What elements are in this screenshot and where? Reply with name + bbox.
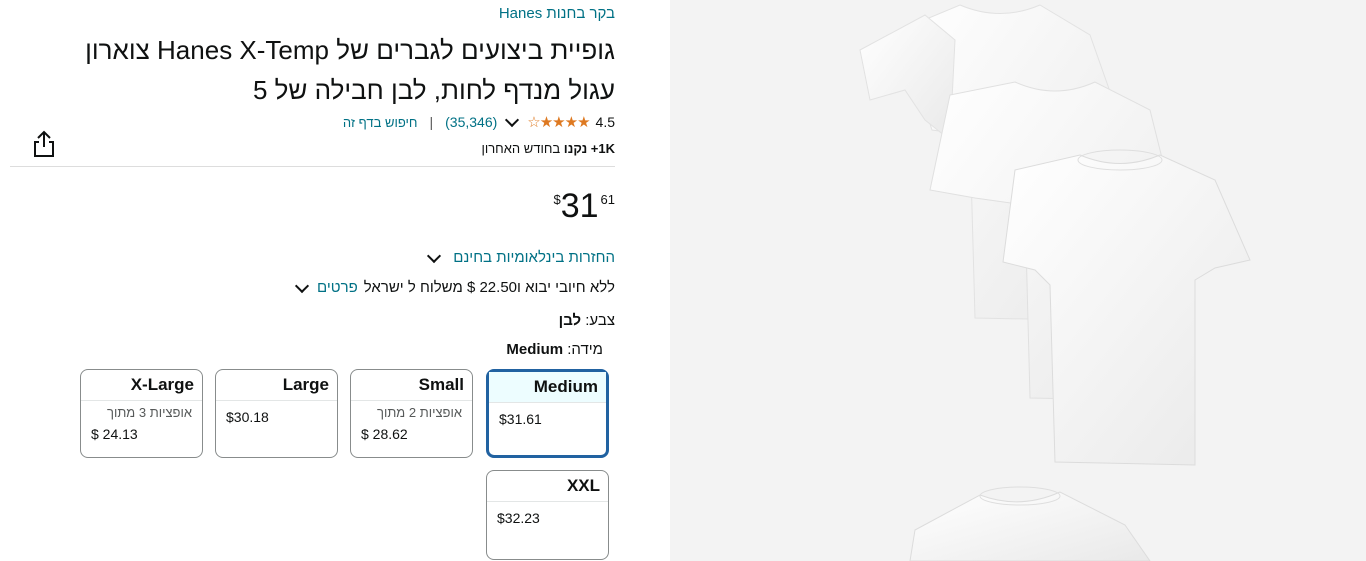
bought-count-text: בחודש האחרון xyxy=(481,141,561,156)
size-selector-label: מידה: Medium xyxy=(506,341,603,358)
rating-value: 4.5 xyxy=(595,114,615,130)
size-option-xxl[interactable]: XXL $32.23 xyxy=(486,470,609,560)
shipping-info: ללא חיובי יבוא ו22.50 $ משלוח ל ישראל פר… xyxy=(293,278,615,296)
product-title: גופיית ביצועים לגברים של Hanes X-Temp צו… xyxy=(15,30,615,110)
size-option-medium[interactable]: Medium $31.61 xyxy=(486,369,609,458)
tshirt-stack-image xyxy=(859,4,1251,561)
bought-count-bold: 1K+ נקנו xyxy=(563,141,615,156)
color-label: צבע: xyxy=(585,312,615,329)
store-link[interactable]: בקר בחנות Hanes xyxy=(499,5,615,22)
size-option-options: אופציות 3 מתוך xyxy=(107,405,192,420)
size-option-name: XXL xyxy=(487,471,608,502)
size-option-name: Medium xyxy=(489,372,606,403)
bought-count: 1K+ נקנו בחודש האחרון xyxy=(481,141,615,156)
share-icon[interactable] xyxy=(32,130,56,158)
size-value: Medium xyxy=(506,341,564,358)
price: $ 31 61 xyxy=(553,186,615,226)
size-label: מידה: xyxy=(567,341,603,358)
size-option-price: $30.18 xyxy=(226,409,269,425)
size-option-price: $31.61 xyxy=(499,411,542,427)
product-info: בקר בחנות Hanes גופיית ביצועים לגברים של… xyxy=(0,0,660,561)
size-option-name: Small xyxy=(351,370,472,401)
chevron-down-icon[interactable] xyxy=(427,248,442,263)
ratings-count-link[interactable]: (35,346) xyxy=(445,114,497,130)
size-option-price: $32.23 xyxy=(497,510,540,526)
rating-row: 4.5 ★★★★☆ (35,346) | חיפוש בדף זה xyxy=(343,112,615,131)
chevron-down-icon[interactable] xyxy=(294,278,310,293)
size-option-options: אופציות 2 מתוך xyxy=(377,405,462,420)
shipping-text: ללא חיובי יבוא ו22.50 $ משלוח ל ישראל xyxy=(363,279,615,296)
returns-link[interactable]: החזרות בינלאומיות בחינם xyxy=(425,248,615,266)
size-option-price: $ 24.13 xyxy=(91,426,138,442)
divider-pipe: | xyxy=(429,114,434,130)
chevron-down-icon[interactable] xyxy=(505,112,520,128)
returns-label: החזרות בינלאומיות בחינם xyxy=(453,249,615,266)
title-line-1: גופיית ביצועים לגברים של Hanes X-Temp צו… xyxy=(85,35,615,65)
price-fraction: 61 xyxy=(600,192,615,207)
shipping-details-link[interactable]: פרטים xyxy=(317,279,358,296)
product-image[interactable] xyxy=(670,0,1366,561)
price-whole: 31 xyxy=(560,187,599,225)
size-option-price: $ 28.62 xyxy=(361,426,408,442)
color-selector-label: צבע: לבן xyxy=(559,312,615,329)
size-option-name: X-Large xyxy=(81,370,202,401)
rating-stars-icon[interactable]: ★★★★☆ xyxy=(527,113,590,131)
price-symbol: $ xyxy=(553,192,561,207)
search-page-link[interactable]: חיפוש בדף זה xyxy=(343,115,418,130)
size-option-name: Large xyxy=(216,370,337,401)
size-option-small[interactable]: Small אופציות 2 מתוך $ 28.62 xyxy=(350,369,473,458)
size-option-x-large[interactable]: X-Large אופציות 3 מתוך $ 24.13 xyxy=(80,369,203,458)
color-value: לבן xyxy=(558,312,582,329)
size-option-large[interactable]: Large $30.18 xyxy=(215,369,338,458)
title-line-2: עגול מנדף לחות, לבן חבילה של 5 xyxy=(252,75,615,105)
divider xyxy=(10,166,615,167)
